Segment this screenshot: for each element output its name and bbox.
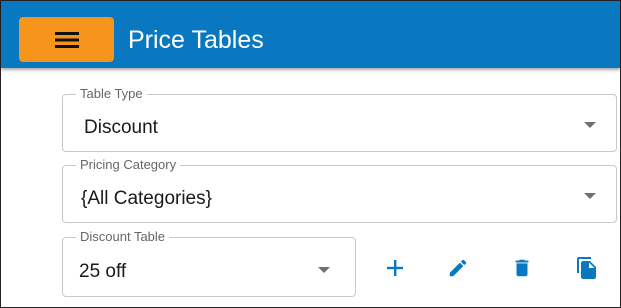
delete-table-button[interactable] — [507, 253, 537, 283]
chevron-down-icon — [584, 193, 596, 199]
pricing-category-label: Pricing Category — [76, 157, 181, 173]
trash-icon — [515, 259, 529, 277]
app-bar: Price Tables — [1, 1, 620, 68]
pricing-category-value: {All Categories} — [81, 188, 212, 209]
table-type-select[interactable]: Table Type Discount — [62, 86, 617, 152]
discount-table-select[interactable]: Discount Table 25 off — [62, 229, 356, 297]
chevron-down-icon — [318, 267, 330, 273]
pricing-category-select[interactable]: Pricing Category {All Categories} — [62, 157, 617, 223]
page-title: Price Tables — [128, 26, 264, 54]
edit-table-button[interactable] — [443, 253, 473, 283]
pencil-icon — [449, 259, 467, 277]
copy-icon — [577, 257, 596, 279]
discount-table-value: 25 off — [79, 261, 127, 282]
add-table-button[interactable] — [380, 253, 410, 283]
table-type-label: Table Type — [76, 86, 147, 102]
copy-table-button[interactable] — [572, 253, 602, 283]
app-window: Price Tables Table Type Discount Pricing… — [0, 0, 621, 308]
discount-table-label: Discount Table — [76, 229, 170, 245]
chevron-down-icon — [584, 122, 596, 128]
plus-icon — [387, 260, 403, 276]
hamburger-menu-icon — [54, 31, 79, 48]
menu-button[interactable] — [19, 17, 114, 62]
table-type-value: Discount — [84, 117, 158, 138]
